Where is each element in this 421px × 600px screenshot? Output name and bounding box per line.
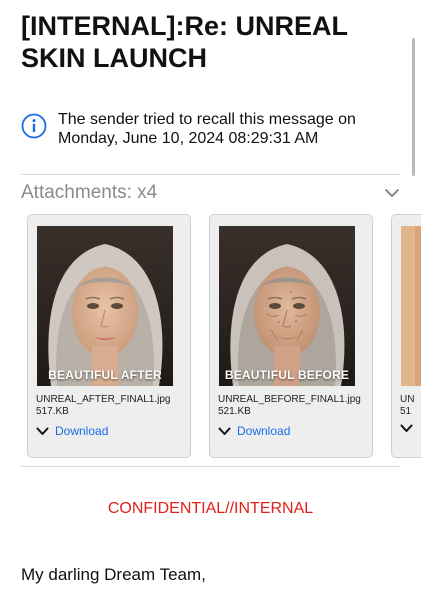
attachment-carousel[interactable]: BEAUTIFUL AFTER UNREAL_AFTER_FINAL1.jpg … — [27, 214, 421, 460]
attachment-file-size: 51 — [400, 406, 412, 417]
attachment-card[interactable]: BEAUTIFUL BEFORE UNREAL_BEFORE_FINAL1.jp… — [209, 214, 373, 458]
scrollbar[interactable] — [412, 38, 415, 176]
email-greeting: My darling Dream Team, — [21, 565, 206, 584]
download-label: Download — [55, 424, 109, 438]
chevron-down-icon — [400, 424, 413, 432]
portrait-image — [401, 226, 421, 386]
chevron-down-icon — [218, 427, 231, 435]
attachments-header[interactable]: Attachments: x4 — [21, 180, 400, 206]
download-button[interactable] — [400, 424, 419, 433]
download-button[interactable]: Download — [36, 424, 108, 438]
divider — [21, 174, 400, 175]
thumbnail-caption: BEAUTIFUL BEFORE — [224, 368, 350, 382]
info-icon — [21, 113, 47, 139]
attachment-file-name: UN — [400, 394, 415, 405]
download-button[interactable]: Download — [218, 424, 290, 438]
chevron-down-icon — [36, 427, 49, 435]
attachment-file-name: UNREAL_AFTER_FINAL1.jpg — [36, 394, 171, 405]
portrait-image — [37, 226, 173, 386]
portrait-image — [219, 226, 355, 386]
attachment-thumbnail[interactable]: BEAUTIFUL AFTER — [37, 226, 173, 386]
attachment-file-size: 521.KB — [218, 406, 251, 417]
chevron-down-icon[interactable] — [384, 188, 400, 198]
thumbnail-caption: BEAUTIFUL AFTER — [48, 368, 162, 382]
classification-banner: CONFIDENTIAL//INTERNAL — [107, 500, 314, 517]
attachment-file-size: 517.KB — [36, 406, 69, 417]
attachment-thumbnail[interactable] — [401, 226, 421, 386]
download-label: Download — [237, 424, 291, 438]
attachment-file-name: UNREAL_BEFORE_FINAL1.jpg — [218, 394, 361, 405]
email-subject: [INTERNAL]:Re: UNREAL SKIN LAUNCH — [21, 11, 348, 73]
attachments-label: Attachments: x4 — [21, 182, 158, 203]
attachment-card[interactable]: UN 51 — [391, 214, 421, 458]
attachment-thumbnail[interactable]: BEAUTIFUL BEFORE — [219, 226, 355, 386]
recall-notice: The sender tried to recall this message … — [21, 110, 391, 148]
email-view: [INTERNAL]:Re: UNREAL SKIN LAUNCH The se… — [0, 0, 421, 600]
attachment-card[interactable]: BEAUTIFUL AFTER UNREAL_AFTER_FINAL1.jpg … — [27, 214, 191, 458]
divider — [21, 466, 400, 467]
recall-notice-text: The sender tried to recall this message … — [58, 111, 356, 147]
